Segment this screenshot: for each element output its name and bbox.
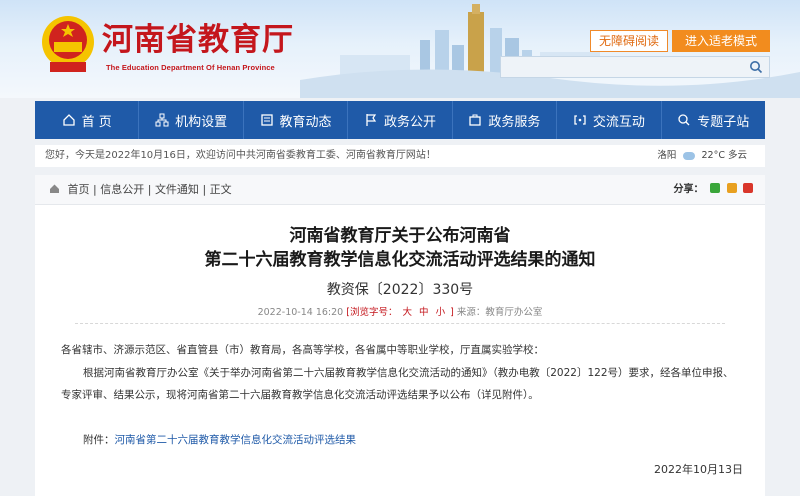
weather-widget: 洛阳 22°C 多云 <box>657 145 747 167</box>
site-subtitle: The Education Department Of Henan Provin… <box>106 63 275 72</box>
nav-item-gov-service[interactable]: 政务服务 <box>453 101 558 139</box>
article-title-line2: 第二十六届教育教学信息化交流活动评选结果的通知 <box>204 250 596 270</box>
share-label: 分享： <box>673 184 704 195</box>
breadcrumb-current: 正文 <box>209 183 232 196</box>
accessible-reading-button[interactable]: 无障碍阅读 <box>590 30 668 52</box>
breadcrumb-info-public[interactable]: 信息公开 <box>100 183 144 196</box>
nav-label: 政务公开 <box>383 114 436 130</box>
elder-mode-button[interactable]: 进入适老模式 <box>672 30 770 52</box>
attachment-link[interactable]: 河南省第二十六届教育教学信息化交流活动评选结果 <box>115 434 357 446</box>
main-nav: 首 页 机构设置 教育动态 政务公开 政务服务 交流互动 专题子站 <box>35 101 765 139</box>
search-input[interactable] <box>501 57 741 77</box>
nav-label: 政务服务 <box>488 114 541 130</box>
breadcrumb-notices[interactable]: 文件通知 <box>155 183 199 196</box>
news-icon <box>260 114 273 126</box>
font-small-button[interactable]: 小 <box>436 307 446 318</box>
article-card: 首页 | 信息公开 | 文件通知 | 正文 分享： 河南省教育厅关于公布河南省 … <box>35 175 765 496</box>
article-meta: 2022-10-14 16:20 [浏览字号： 大 中 小 ] 来源：教育厅办公… <box>75 302 725 324</box>
nav-item-topics[interactable]: 专题子站 <box>662 101 765 139</box>
salutation: 各省辖市、济源示范区、省直管县（市）教育局，各高等学校，各省属中等职业学校，厅直… <box>61 344 544 356</box>
home-icon <box>62 114 75 126</box>
body-paragraph-cont: 专家评审、结果公示，现将河南省第二十六届教育教学信息化交流活动评选结果予以公布（… <box>61 389 539 401</box>
qzone-share-icon[interactable] <box>726 183 737 193</box>
topic-icon <box>678 114 690 126</box>
nav-label: 教育动态 <box>279 114 332 130</box>
cloud-icon <box>683 151 696 160</box>
share-bar: 分享： <box>674 175 753 205</box>
search-box <box>500 56 770 78</box>
org-icon <box>155 113 169 127</box>
nav-item-org[interactable]: 机构设置 <box>139 101 244 139</box>
font-large-button[interactable]: 大 <box>402 307 412 318</box>
nav-item-home[interactable]: 首 页 <box>35 101 140 139</box>
nav-item-gov-affairs[interactable]: 政务公开 <box>348 101 453 139</box>
attachment: 附件：河南省第二十六届教育教学信息化交流活动评选结果 <box>83 432 356 447</box>
breadcrumb-home[interactable]: 首页 <box>68 183 90 196</box>
document-number: 教资保〔2022〕330号 <box>326 282 474 298</box>
chat-icon <box>574 115 586 125</box>
wechat-share-icon[interactable] <box>710 183 721 193</box>
nav-label: 首 页 <box>81 114 112 130</box>
breadcrumb-sep: | <box>93 183 97 196</box>
breadcrumb-sep: | <box>147 183 152 196</box>
weibo-share-icon[interactable] <box>743 183 753 193</box>
weather-city: 洛阳 <box>657 150 677 161</box>
body-paragraph: 根据河南省教育厅办公室《关于举办河南省第二十六届教育教学信息化交流活动的通知》（… <box>83 367 734 379</box>
font-medium-button[interactable]: 中 <box>419 307 429 318</box>
article-title-line1: 河南省教育厅关于公布河南省 <box>289 226 511 246</box>
emblem-logo <box>42 16 94 72</box>
home-icon <box>50 184 59 193</box>
nav-label: 机构设置 <box>175 114 228 130</box>
service-icon <box>469 114 482 126</box>
publish-date: 2022-10-14 16:20 <box>257 307 344 318</box>
welcome-bar: 您好，今天是2022年10月16日，欢迎访问中共河南省委教育工委、河南省教育厅网… <box>35 145 765 167</box>
site-title: 河南省教育厅 <box>102 22 294 58</box>
flag-icon <box>366 114 377 126</box>
weather-text: 22°C 多云 <box>701 150 748 161</box>
font-size-bracket: ] <box>450 307 454 318</box>
nav-label: 专题子站 <box>697 114 750 130</box>
nav-label: 交流互动 <box>592 114 645 130</box>
search-icon[interactable] <box>749 60 763 74</box>
attachment-label: 附件： <box>83 434 115 446</box>
signature-date: 2022年10月13日 <box>654 463 743 476</box>
nav-item-news[interactable]: 教育动态 <box>244 101 349 139</box>
breadcrumb-sep: | <box>202 183 207 196</box>
nav-item-interaction[interactable]: 交流互动 <box>557 101 662 139</box>
font-size-label: [浏览字号： <box>346 307 398 318</box>
article-source: 来源：教育厅办公室 <box>456 307 543 318</box>
site-header: 河南省教育厅 The Education Department Of Henan… <box>0 0 800 98</box>
welcome-text: 您好，今天是2022年10月16日，欢迎访问中共河南省委教育工委、河南省教育厅网… <box>45 150 436 161</box>
breadcrumb: 首页 | 信息公开 | 文件通知 | 正文 分享： <box>35 175 765 205</box>
